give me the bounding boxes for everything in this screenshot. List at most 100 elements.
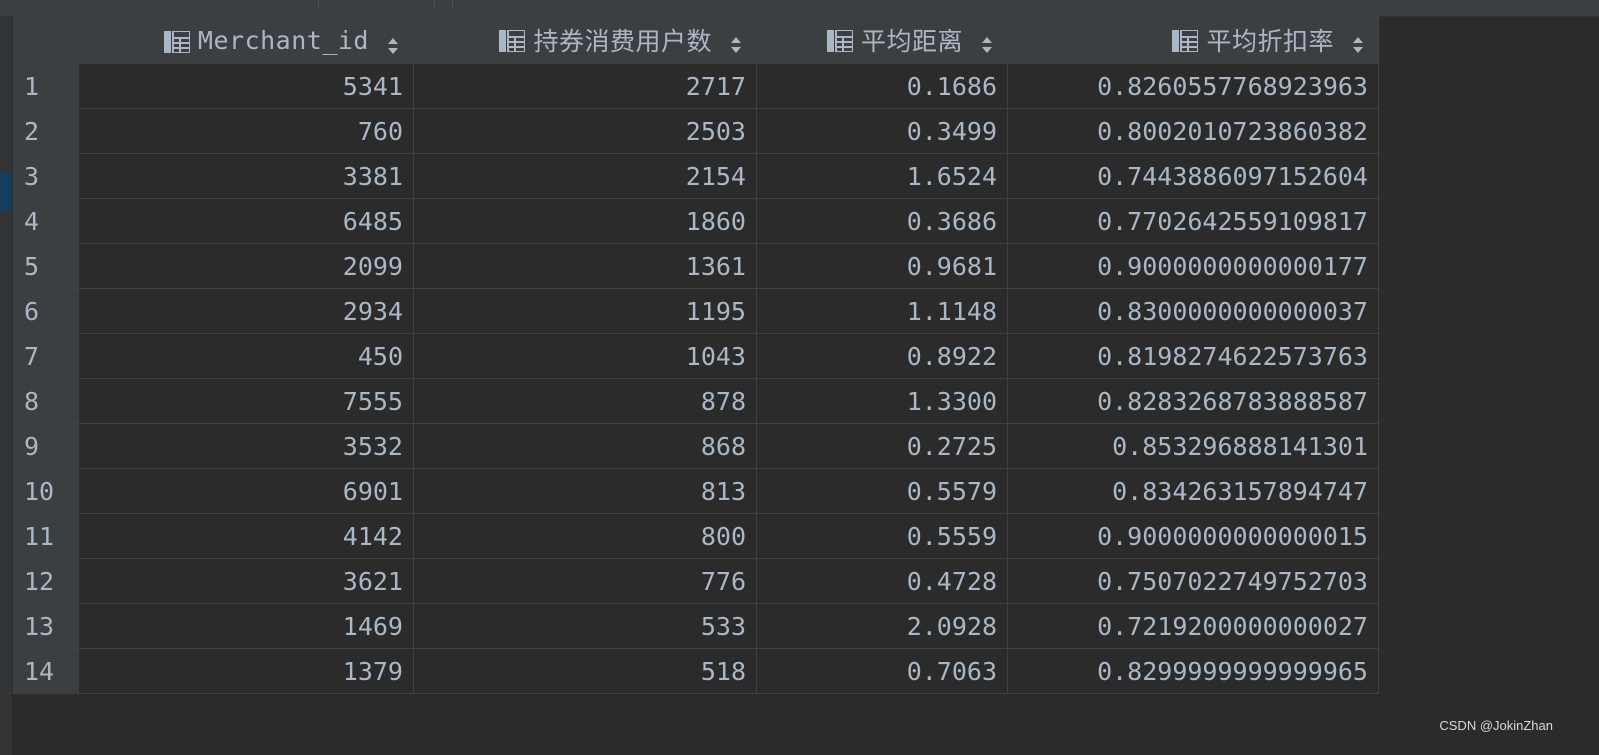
table-cell-avg-distance[interactable]: 1.1148 bbox=[756, 288, 1008, 334]
table-cell-avg-discount[interactable]: 0.8002010723860382 bbox=[1007, 108, 1379, 154]
table-row[interactable]: 4 6485 1860 0.3686 0.7702642559109817 bbox=[13, 198, 1379, 244]
table-cell-avg-discount[interactable]: 0.7702642559109817 bbox=[1007, 198, 1379, 244]
table-cell-merchant-id[interactable]: 6485 bbox=[78, 198, 414, 244]
toolbar-strip bbox=[0, 0, 1599, 17]
table-cell-users[interactable]: 1361 bbox=[413, 243, 757, 289]
row-number[interactable]: 14 bbox=[13, 648, 79, 694]
table-cell-avg-discount[interactable]: 0.834263157894747 bbox=[1007, 468, 1379, 514]
row-number[interactable]: 10 bbox=[13, 468, 79, 514]
row-number[interactable]: 7 bbox=[13, 333, 79, 379]
table-cell-users[interactable]: 878 bbox=[413, 378, 757, 424]
table-cell-users[interactable]: 2503 bbox=[413, 108, 757, 154]
table-cell-users[interactable]: 800 bbox=[413, 513, 757, 559]
table-cell-avg-distance[interactable]: 1.3300 bbox=[756, 378, 1008, 424]
table-body: 1 5341 2717 0.1686 0.8260557768923963 2 760 250… bbox=[13, 63, 1379, 694]
row-number[interactable]: 9 bbox=[13, 423, 79, 469]
table-row[interactable]: 3 3381 2154 1.6524 0.7443886097152604 bbox=[13, 153, 1379, 199]
table-row[interactable]: 7 450 1043 0.8922 0.8198274622573763 bbox=[13, 333, 1379, 379]
table-cell-merchant-id[interactable]: 3621 bbox=[78, 558, 414, 604]
table-cell-avg-discount[interactable]: 0.8283268783888587 bbox=[1007, 378, 1379, 424]
table-cell-merchant-id[interactable]: 7555 bbox=[78, 378, 414, 424]
column-header-avg-distance[interactable]: 平均距离 bbox=[756, 16, 1008, 64]
table-cell-avg-distance[interactable]: 0.3499 bbox=[756, 108, 1008, 154]
column-icon bbox=[499, 29, 527, 53]
table-row[interactable]: 10 6901 813 0.5579 0.834263157894747 bbox=[13, 468, 1379, 514]
table-cell-users[interactable]: 813 bbox=[413, 468, 757, 514]
table-cell-users[interactable]: 2717 bbox=[413, 63, 757, 109]
table-cell-users[interactable]: 533 bbox=[413, 603, 757, 649]
row-number[interactable]: 13 bbox=[13, 603, 79, 649]
table-cell-avg-distance[interactable]: 1.6524 bbox=[756, 153, 1008, 199]
table-cell-merchant-id[interactable]: 1469 bbox=[78, 603, 414, 649]
row-number[interactable]: 8 bbox=[13, 378, 79, 424]
table-cell-avg-distance[interactable]: 2.0928 bbox=[756, 603, 1008, 649]
row-number-header[interactable] bbox=[13, 16, 79, 64]
table-cell-avg-distance[interactable]: 0.1686 bbox=[756, 63, 1008, 109]
table-cell-merchant-id[interactable]: 2099 bbox=[78, 243, 414, 289]
table-row[interactable]: 9 3532 868 0.2725 0.853296888141301 bbox=[13, 423, 1379, 469]
table-cell-avg-discount[interactable]: 0.8260557768923963 bbox=[1007, 63, 1379, 109]
sort-icon[interactable] bbox=[981, 31, 993, 53]
table-cell-avg-distance[interactable]: 0.3686 bbox=[756, 198, 1008, 244]
row-number[interactable]: 4 bbox=[13, 198, 79, 244]
table-cell-merchant-id[interactable]: 1379 bbox=[78, 648, 414, 694]
table-cell-merchant-id[interactable]: 6901 bbox=[78, 468, 414, 514]
table-cell-merchant-id[interactable]: 3381 bbox=[78, 153, 414, 199]
table-row[interactable]: 8 7555 878 1.3300 0.8283268783888587 bbox=[13, 378, 1379, 424]
table-cell-merchant-id[interactable]: 760 bbox=[78, 108, 414, 154]
gutter-selection-marker bbox=[0, 173, 12, 211]
column-header-avg-discount[interactable]: 平均折扣率 bbox=[1007, 16, 1379, 64]
row-number[interactable]: 2 bbox=[13, 108, 79, 154]
table-cell-merchant-id[interactable]: 4142 bbox=[78, 513, 414, 559]
row-number[interactable]: 1 bbox=[13, 63, 79, 109]
result-grid-panel: Merchant_id 持券消费用户数 平均距离 平均折扣率 1 5341 2717… bbox=[0, 0, 1599, 755]
table-cell-avg-distance[interactable]: 0.5559 bbox=[756, 513, 1008, 559]
table-cell-merchant-id[interactable]: 450 bbox=[78, 333, 414, 379]
table-row[interactable]: 1 5341 2717 0.1686 0.8260557768923963 bbox=[13, 63, 1379, 109]
table-cell-avg-distance[interactable]: 0.8922 bbox=[756, 333, 1008, 379]
row-number[interactable]: 5 bbox=[13, 243, 79, 289]
table-cell-avg-discount[interactable]: 0.9000000000000015 bbox=[1007, 513, 1379, 559]
row-number[interactable]: 6 bbox=[13, 288, 79, 334]
table-cell-avg-discount[interactable]: 0.7507022749752703 bbox=[1007, 558, 1379, 604]
table-row[interactable]: 12 3621 776 0.4728 0.7507022749752703 bbox=[13, 558, 1379, 604]
table-cell-avg-distance[interactable]: 0.4728 bbox=[756, 558, 1008, 604]
table-cell-avg-discount[interactable]: 0.8300000000000037 bbox=[1007, 288, 1379, 334]
table-row[interactable]: 5 2099 1361 0.9681 0.9000000000000177 bbox=[13, 243, 1379, 289]
column-header-content: 平均距离 bbox=[826, 22, 1007, 58]
table-cell-avg-discount[interactable]: 0.7219200000000027 bbox=[1007, 603, 1379, 649]
table-cell-avg-discount[interactable]: 0.7443886097152604 bbox=[1007, 153, 1379, 199]
table-cell-avg-distance[interactable]: 0.2725 bbox=[756, 423, 1008, 469]
sort-icon[interactable] bbox=[730, 31, 742, 53]
table-cell-users[interactable]: 518 bbox=[413, 648, 757, 694]
table-cell-avg-distance[interactable]: 0.5579 bbox=[756, 468, 1008, 514]
table-cell-avg-discount[interactable]: 0.853296888141301 bbox=[1007, 423, 1379, 469]
sort-icon[interactable] bbox=[387, 32, 399, 54]
table-cell-avg-discount[interactable]: 0.8299999999999965 bbox=[1007, 648, 1379, 694]
table-row[interactable]: 13 1469 533 2.0928 0.7219200000000027 bbox=[13, 603, 1379, 649]
row-number[interactable]: 3 bbox=[13, 153, 79, 199]
table-row[interactable]: 11 4142 800 0.5559 0.9000000000000015 bbox=[13, 513, 1379, 559]
table-cell-users[interactable]: 868 bbox=[413, 423, 757, 469]
table-cell-avg-discount[interactable]: 0.8198274622573763 bbox=[1007, 333, 1379, 379]
table-cell-users[interactable]: 776 bbox=[413, 558, 757, 604]
column-header-merchant-id[interactable]: Merchant_id bbox=[78, 16, 414, 64]
table-cell-merchant-id[interactable]: 3532 bbox=[78, 423, 414, 469]
sort-icon[interactable] bbox=[1352, 31, 1364, 53]
table-cell-avg-distance[interactable]: 0.7063 bbox=[756, 648, 1008, 694]
table-cell-merchant-id[interactable]: 2934 bbox=[78, 288, 414, 334]
column-header-users[interactable]: 持券消费用户数 bbox=[413, 16, 757, 64]
table-row[interactable]: 14 1379 518 0.7063 0.8299999999999965 bbox=[13, 648, 1379, 694]
table-cell-users[interactable]: 2154 bbox=[413, 153, 757, 199]
table-cell-avg-distance[interactable]: 0.9681 bbox=[756, 243, 1008, 289]
table-cell-users[interactable]: 1860 bbox=[413, 198, 757, 244]
table-cell-users[interactable]: 1195 bbox=[413, 288, 757, 334]
table-cell-avg-discount[interactable]: 0.9000000000000177 bbox=[1007, 243, 1379, 289]
row-number[interactable]: 12 bbox=[13, 558, 79, 604]
table-cell-merchant-id[interactable]: 5341 bbox=[78, 63, 414, 109]
table-row[interactable]: 2 760 2503 0.3499 0.8002010723860382 bbox=[13, 108, 1379, 154]
table-cell-users[interactable]: 1043 bbox=[413, 333, 757, 379]
row-number[interactable]: 11 bbox=[13, 513, 79, 559]
table-row[interactable]: 6 2934 1195 1.1148 0.8300000000000037 bbox=[13, 288, 1379, 334]
column-header-label: 持券消费用户数 bbox=[533, 27, 712, 56]
